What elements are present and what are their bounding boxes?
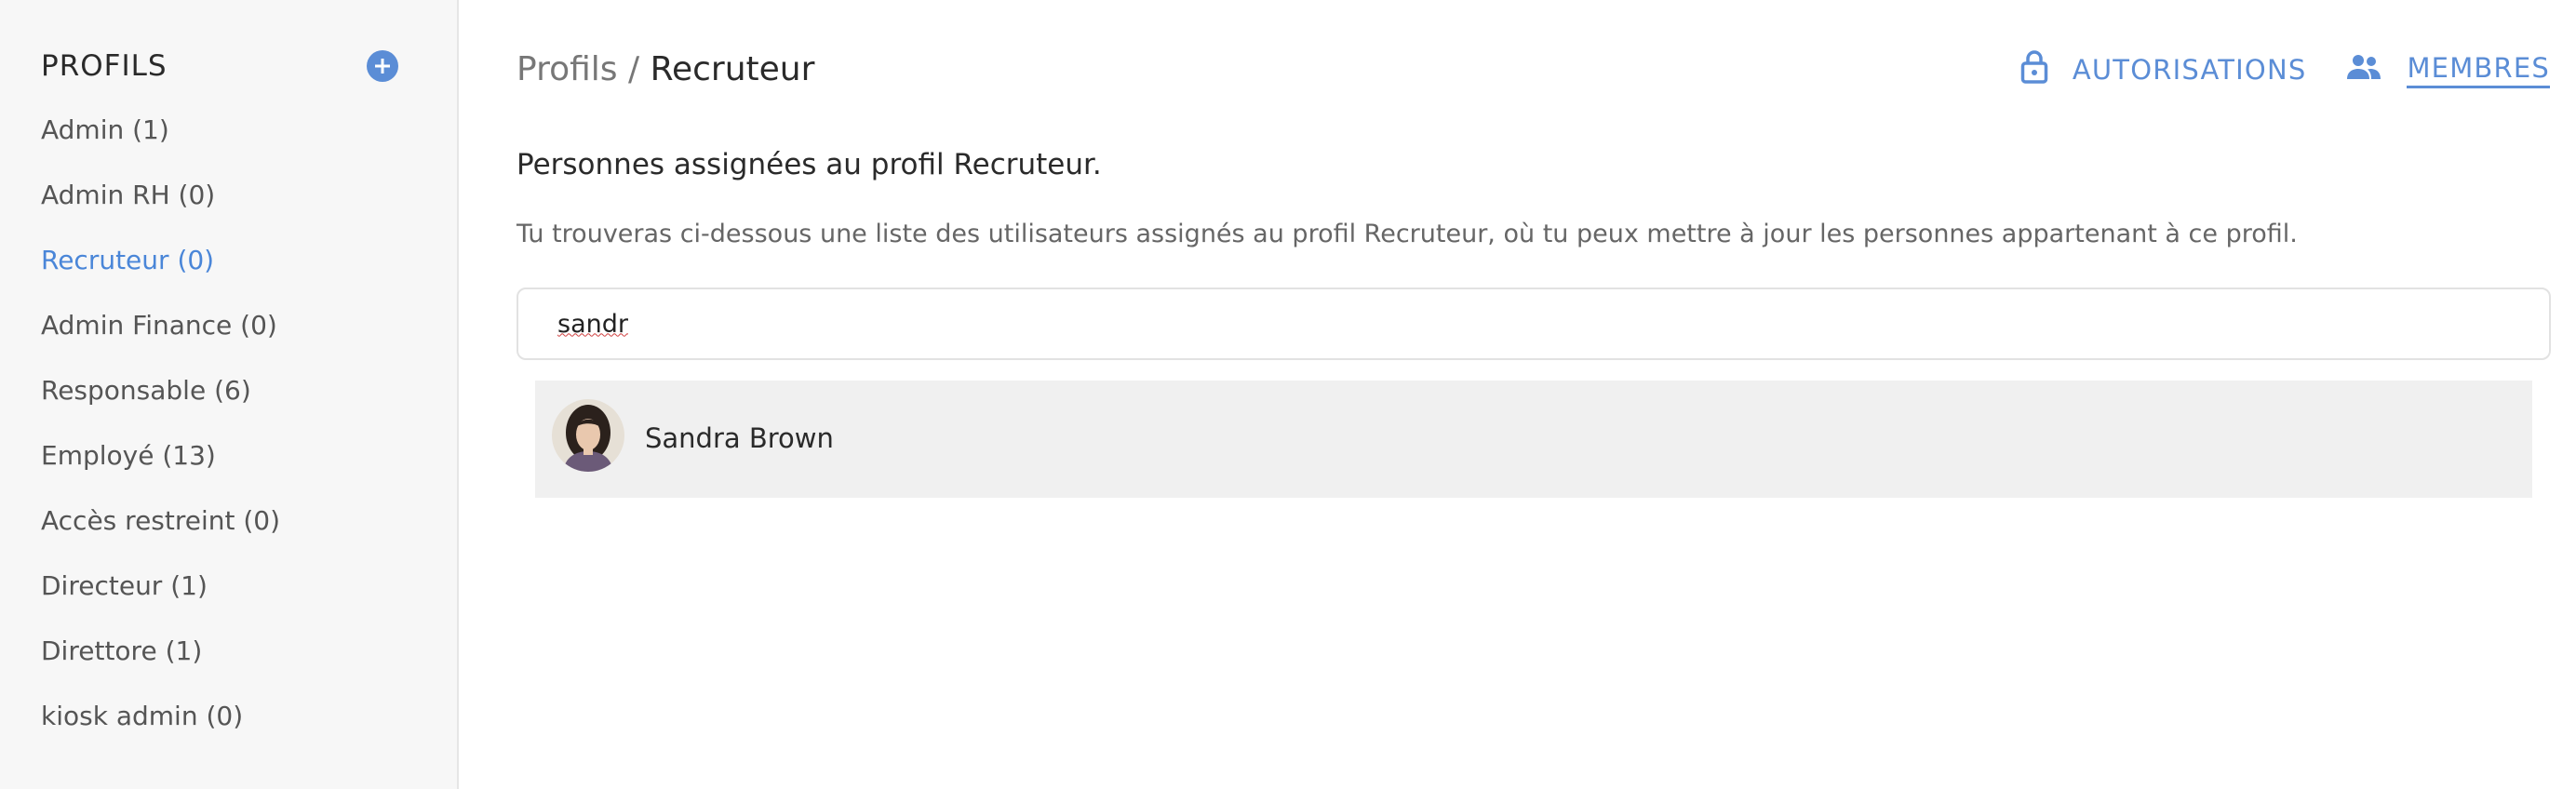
tab-autorisations[interactable]: AUTORISATIONS	[2020, 49, 2307, 91]
main-content: Profils / Recruteur AUTORISATIONS MEMBRE…	[459, 0, 2576, 789]
breadcrumb-current: Recruteur	[650, 50, 815, 88]
breadcrumb-separator: /	[617, 50, 651, 88]
sidebar-title: PROFILS	[41, 49, 168, 83]
add-profile-button[interactable]	[367, 50, 398, 82]
sidebar-item-responsable[interactable]: Responsable (6)	[41, 358, 280, 423]
sidebar-item-employe[interactable]: Employé (13)	[41, 423, 280, 488]
sidebar: PROFILS Admin (1) Admin RH (0) Recruteur…	[0, 0, 459, 789]
people-icon	[2345, 53, 2382, 87]
breadcrumb-profils-link[interactable]: Profils	[517, 50, 618, 88]
tab-membres[interactable]: MEMBRES	[2345, 52, 2550, 88]
app-window: PROFILS Admin (1) Admin RH (0) Recruteur…	[0, 0, 2576, 789]
sidebar-item-admin[interactable]: Admin (1)	[41, 98, 280, 163]
sidebar-item-direttore[interactable]: Direttore (1)	[41, 619, 280, 684]
sidebar-item-recruteur[interactable]: Recruteur (0)	[41, 228, 280, 293]
result-user-name: Sandra Brown	[645, 422, 834, 454]
profile-tabs: AUTORISATIONS MEMBRES	[2020, 47, 2550, 93]
sidebar-item-acces-restreint[interactable]: Accès restreint (0)	[41, 488, 280, 554]
member-search-input[interactable]	[557, 301, 2512, 347]
lock-icon	[2020, 49, 2048, 91]
sidebar-item-admin-rh[interactable]: Admin RH (0)	[41, 163, 280, 228]
section-description: Tu trouveras ci-dessous une liste des ut…	[517, 220, 2298, 248]
breadcrumb: Profils / Recruteur	[517, 45, 814, 95]
search-result-item[interactable]: Sandra Brown	[535, 381, 2532, 498]
sidebar-item-admin-finance[interactable]: Admin Finance (0)	[41, 293, 280, 358]
sidebar-item-directeur[interactable]: Directeur (1)	[41, 554, 280, 619]
profile-list: Admin (1) Admin RH (0) Recruteur (0) Adm…	[41, 98, 280, 749]
section-title: Personnes assignées au profil Recruteur.	[517, 148, 1102, 181]
tab-membres-label: MEMBRES	[2407, 52, 2550, 88]
avatar	[552, 399, 624, 472]
plus-circle-icon	[375, 59, 390, 74]
member-search-box	[517, 288, 2551, 360]
sidebar-item-kiosk-admin[interactable]: kiosk admin (0)	[41, 684, 280, 749]
sidebar-header: PROFILS	[41, 45, 404, 89]
tab-autorisations-label: AUTORISATIONS	[2072, 54, 2307, 86]
